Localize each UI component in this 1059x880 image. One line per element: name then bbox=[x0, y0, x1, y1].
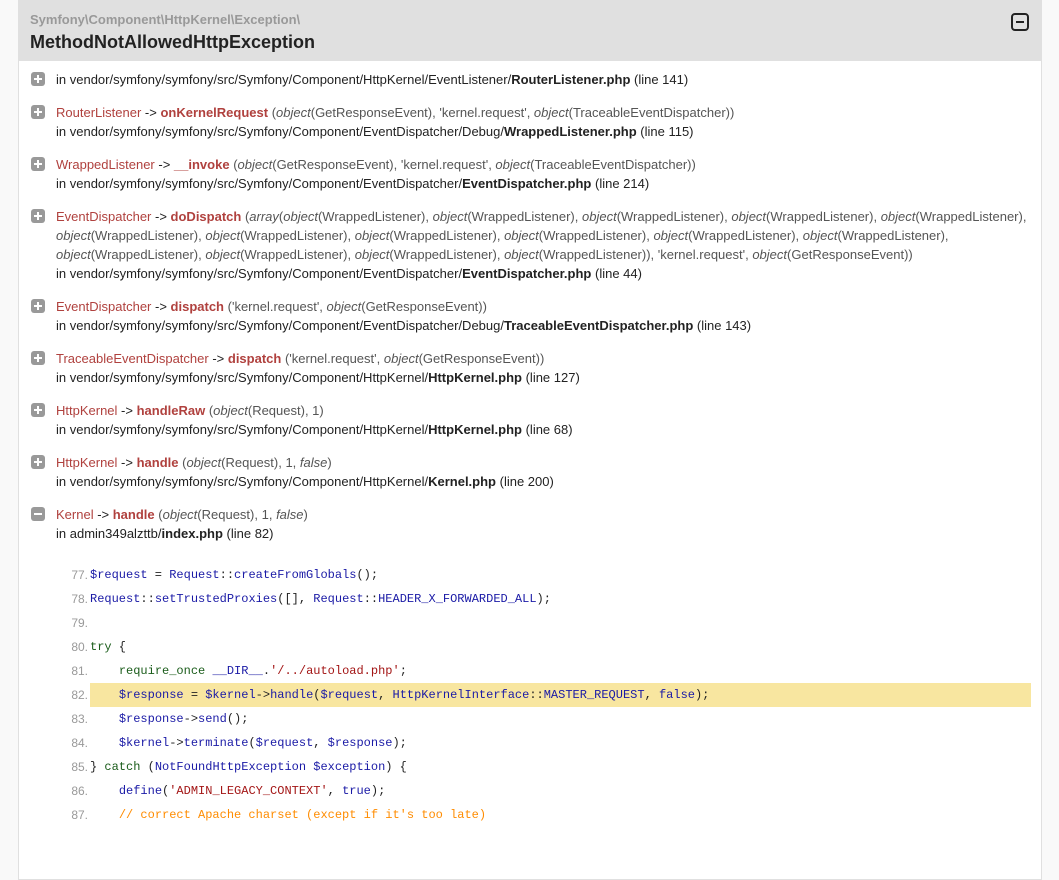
collapse-icon[interactable] bbox=[31, 507, 45, 521]
trace-args: (object(GetResponseEvent), 'kernel.reque… bbox=[268, 105, 735, 120]
trace-method: doDispatch bbox=[170, 209, 242, 224]
code-line: 84. $kernel->terminate($request, $respon… bbox=[49, 731, 1041, 755]
trace-location: in vendor/symfony/symfony/src/Symfony/Co… bbox=[56, 72, 689, 87]
line-number: 77. bbox=[71, 568, 88, 582]
trace-class: Kernel bbox=[56, 507, 94, 522]
trace-method: dispatch bbox=[170, 299, 225, 314]
expand-icon[interactable] bbox=[31, 209, 45, 223]
line-source bbox=[90, 611, 1031, 635]
trace-args: (object(Request), 1, false) bbox=[154, 507, 308, 522]
trace-location: in vendor/symfony/symfony/src/Symfony/Co… bbox=[56, 176, 650, 191]
exception-class: MethodNotAllowedHttpException bbox=[30, 32, 315, 52]
trace-method: dispatch bbox=[227, 351, 282, 366]
code-line: 82. $response = $kernel->handle($request… bbox=[49, 683, 1041, 707]
trace-class: EventDispatcher bbox=[56, 209, 152, 224]
line-number: 81. bbox=[71, 664, 88, 678]
line-source: $request = Request::createFromGlobals(); bbox=[90, 568, 379, 582]
trace-class: EventDispatcher bbox=[56, 299, 152, 314]
expand-icon[interactable] bbox=[31, 105, 45, 119]
trace-location: in vendor/symfony/symfony/src/Symfony/Co… bbox=[56, 422, 573, 437]
line-number: 78. bbox=[71, 592, 88, 606]
line-number: 85. bbox=[71, 760, 88, 774]
exception-panel: Symfony\Component\HttpKernel\Exception\ … bbox=[18, 0, 1042, 880]
expand-icon[interactable] bbox=[31, 455, 45, 469]
trace-item: HttpKernel -> handleRaw (object(Request)… bbox=[19, 401, 1041, 439]
trace-call: EventDispatcher -> doDispatch (array(obj… bbox=[56, 209, 1027, 262]
code-line: 77. $request = Request::createFromGlobals… bbox=[49, 563, 1041, 587]
trace-args: (object(GetResponseEvent), 'kernel.reque… bbox=[229, 157, 696, 172]
trace-class: HttpKernel bbox=[56, 455, 118, 470]
line-source: $response = $kernel->handle($request, Ht… bbox=[90, 683, 1031, 707]
line-source: $response->send(); bbox=[118, 712, 249, 726]
code-line: 78. Request::setTrustedProxies([], Reques… bbox=[49, 587, 1041, 611]
exception-header: Symfony\Component\HttpKernel\Exception\ … bbox=[19, 1, 1041, 61]
trace-args: ('kernel.request', object(GetResponseEve… bbox=[224, 299, 487, 314]
line-number: 84. bbox=[71, 736, 88, 750]
trace-call: HttpKernel -> handle (object(Request), 1… bbox=[56, 455, 332, 470]
code-snippet: 77. $request = Request::createFromGlobals… bbox=[19, 563, 1041, 827]
trace-class: TraceableEventDispatcher bbox=[56, 351, 209, 366]
expand-icon[interactable] bbox=[31, 351, 45, 365]
trace-class: HttpKernel bbox=[56, 403, 118, 418]
line-number: 83. bbox=[71, 712, 88, 726]
line-source: define('ADMIN_LEGACY_CONTEXT', true); bbox=[118, 784, 386, 798]
trace-location: in vendor/symfony/symfony/src/Symfony/Co… bbox=[56, 370, 580, 385]
code-line: 85.} catch (NotFoundHttpException $excep… bbox=[49, 755, 1041, 779]
line-source: Request::setTrustedProxies([], Request::… bbox=[90, 592, 551, 606]
trace-location: in admin349alzttb/index.php (line 82) bbox=[56, 526, 274, 541]
collapse-toggle-icon[interactable] bbox=[1011, 13, 1029, 31]
trace-location: in vendor/symfony/symfony/src/Symfony/Co… bbox=[56, 474, 554, 489]
trace-args: (object(Request), 1, false) bbox=[178, 455, 332, 470]
trace-call: TraceableEventDispatcher -> dispatch ('k… bbox=[56, 351, 545, 366]
code-line: 81. require_once __DIR__.'/../autoload.p… bbox=[49, 659, 1041, 683]
line-number: 82. bbox=[71, 688, 88, 702]
line-source: try { bbox=[90, 640, 127, 654]
exception-namespace: Symfony\Component\HttpKernel\Exception\ bbox=[30, 12, 301, 27]
code-line: 83. $response->send(); bbox=[49, 707, 1041, 731]
line-source: $kernel->terminate($request, $response); bbox=[118, 736, 407, 750]
trace-call: RouterListener -> onKernelRequest (objec… bbox=[56, 105, 735, 120]
expand-icon[interactable] bbox=[31, 403, 45, 417]
trace-call: WrappedListener -> __invoke (object(GetR… bbox=[56, 157, 696, 172]
line-number: 87. bbox=[71, 808, 88, 822]
trace-method: __invoke bbox=[173, 157, 230, 172]
expand-icon[interactable] bbox=[31, 157, 45, 171]
line-source: } catch (NotFoundHttpException $exceptio… bbox=[90, 760, 407, 774]
trace-method: handle bbox=[112, 507, 155, 522]
expand-icon[interactable] bbox=[31, 299, 45, 313]
line-number: 79. bbox=[71, 616, 88, 630]
trace-item: RouterListener -> onKernelRequest (objec… bbox=[19, 103, 1041, 141]
trace-args: (object(Request), 1) bbox=[205, 403, 324, 418]
code-line: 80. try { bbox=[49, 635, 1041, 659]
trace-location: in vendor/symfony/symfony/src/Symfony/Co… bbox=[56, 124, 694, 139]
trace-item: Kernel -> handle (object(Request), 1, fa… bbox=[19, 505, 1041, 827]
trace-call: EventDispatcher -> dispatch ('kernel.req… bbox=[56, 299, 487, 314]
trace-call: Kernel -> handle (object(Request), 1, fa… bbox=[56, 507, 308, 522]
trace-class: RouterListener bbox=[56, 105, 142, 120]
trace-item: EventDispatcher -> dispatch ('kernel.req… bbox=[19, 297, 1041, 335]
trace-class: WrappedListener bbox=[56, 157, 155, 172]
trace-item: in vendor/symfony/symfony/src/Symfony/Co… bbox=[19, 70, 1041, 89]
trace-method: handleRaw bbox=[136, 403, 206, 418]
trace-location: in vendor/symfony/symfony/src/Symfony/Co… bbox=[56, 266, 642, 281]
trace-item: EventDispatcher -> doDispatch (array(obj… bbox=[19, 207, 1041, 283]
expand-icon[interactable] bbox=[31, 72, 45, 86]
line-source: require_once __DIR__.'/../autoload.php'; bbox=[118, 664, 407, 678]
trace-item: WrappedListener -> __invoke (object(GetR… bbox=[19, 155, 1041, 193]
trace-item: TraceableEventDispatcher -> dispatch ('k… bbox=[19, 349, 1041, 387]
trace-args: ('kernel.request', object(GetResponseEve… bbox=[281, 351, 545, 366]
line-number: 80. bbox=[71, 640, 88, 654]
code-line: 79. bbox=[49, 611, 1041, 635]
code-line: 87. // correct Apache charset (except if… bbox=[49, 803, 1041, 827]
stack-trace-list: in vendor/symfony/symfony/src/Symfony/Co… bbox=[19, 61, 1041, 827]
trace-item: HttpKernel -> handle (object(Request), 1… bbox=[19, 453, 1041, 491]
trace-location: in vendor/symfony/symfony/src/Symfony/Co… bbox=[56, 318, 752, 333]
trace-method: handle bbox=[136, 455, 179, 470]
line-number: 86. bbox=[71, 784, 88, 798]
trace-call: HttpKernel -> handleRaw (object(Request)… bbox=[56, 403, 324, 418]
line-source: // correct Apache charset (except if it'… bbox=[118, 808, 487, 822]
code-line: 86. define('ADMIN_LEGACY_CONTEXT', true)… bbox=[49, 779, 1041, 803]
trace-method: onKernelRequest bbox=[160, 105, 269, 120]
